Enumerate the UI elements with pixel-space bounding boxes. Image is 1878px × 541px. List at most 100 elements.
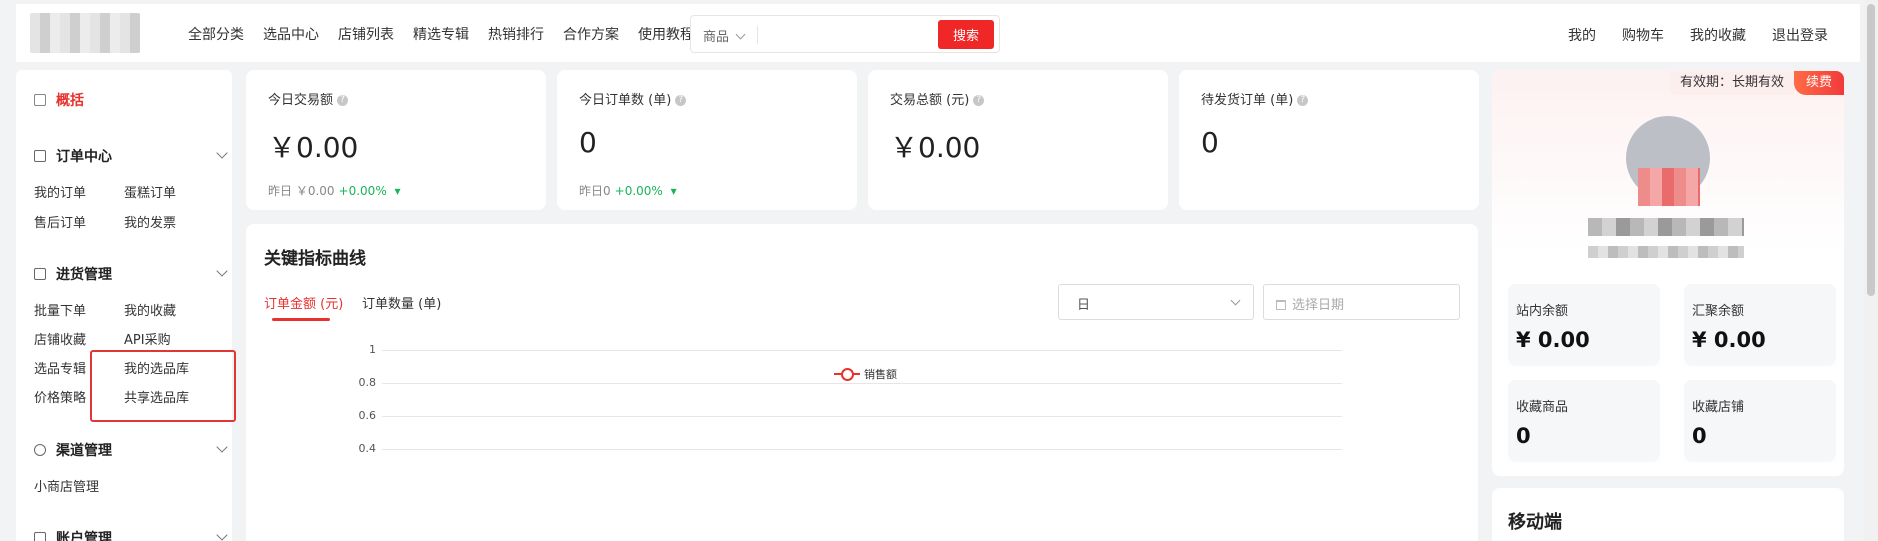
stat-label-wrap: 交易总额 (元)? [890, 89, 985, 108]
balance-label: 收藏店铺 [1692, 400, 1745, 415]
share-icon [34, 444, 46, 456]
period-value: 日 [1077, 298, 1091, 313]
nav-hot-ranking[interactable]: 热销排行 [488, 24, 544, 44]
key-metrics-panel: 关键指标曲线 订单金额 (元) 订单数量 (单) 日 选择日期 销售额 1 0.8… [246, 224, 1478, 541]
stat-label: 今日交易额 [268, 93, 334, 108]
sidebar-section-channel[interactable]: 渠道管理 [34, 440, 228, 460]
sidebar-section-purchase[interactable]: 进货管理 [34, 264, 228, 284]
sidebar-link-selection-album[interactable]: 选品专辑 [34, 358, 86, 377]
y-tick-label: 1 [369, 343, 376, 356]
sidebar-section-order-center[interactable]: 订单中心 [34, 146, 228, 166]
info-icon[interactable]: ? [1297, 95, 1309, 106]
chart-legend[interactable]: 销售额 [834, 366, 897, 382]
sidebar-link-after-sales[interactable]: 售后订单 [34, 212, 86, 231]
balance-value: 0 [1692, 424, 1707, 448]
gridline [382, 449, 1342, 450]
my-account-link[interactable]: 我的 [1568, 25, 1596, 45]
stat-label: 交易总额 (元) [890, 93, 970, 108]
favorite-stores[interactable]: 收藏店铺 0 [1684, 380, 1836, 462]
chart-title: 关键指标曲线 [264, 249, 366, 269]
info-icon[interactable]: ? [675, 95, 687, 106]
chevron-down-icon [216, 265, 228, 277]
stat-yesterday: 昨日 ￥0.00 [268, 184, 335, 198]
info-icon[interactable]: ? [973, 95, 985, 106]
stat-value: ￥0.00 [268, 131, 359, 164]
nav-featured-albums[interactable]: 精选专辑 [413, 24, 469, 44]
balance-site[interactable]: 站内余额 ¥ 0.00 [1508, 284, 1660, 366]
sidebar-link-bulk-order[interactable]: 批量下单 [34, 300, 86, 319]
main-nav: 全部分类 选品中心 店铺列表 精选专辑 热销排行 合作方案 使用教程 [188, 24, 713, 44]
validity-badge: 有效期：长期有效 续费 [1669, 70, 1844, 96]
chevron-down-icon [216, 147, 228, 159]
stat-label: 今日订单数 (单) [579, 93, 672, 108]
y-tick-label: 0.4 [358, 442, 377, 455]
cart-link[interactable]: 购物车 [1622, 25, 1664, 45]
sidebar-link-cake-orders[interactable]: 蛋糕订单 [124, 182, 176, 201]
sidebar-link-my-orders[interactable]: 我的订单 [34, 182, 86, 201]
top-header: 全部分类 选品中心 店铺列表 精选专辑 热销排行 合作方案 使用教程 商品 搜索… [16, 4, 1860, 62]
balance-value: ¥ 0.00 [1516, 328, 1590, 352]
sidebar-link-api-purchase[interactable]: API采购 [124, 329, 171, 348]
balance-label: 站内余额 [1516, 304, 1569, 319]
page-scrollbar[interactable] [1864, 0, 1878, 541]
stat-value: 0 [1201, 126, 1219, 159]
sidebar-link-price-strategy[interactable]: 价格策略 [34, 387, 86, 406]
purchase-icon [34, 268, 46, 280]
profile-card: 有效期：长期有效 续费 站内余额 ¥ 0.00 汇聚余额 ¥ 0.00 收藏商品… [1492, 70, 1844, 476]
chevron-down-icon [216, 441, 228, 453]
validity-text: 有效期：长期有效 [1669, 71, 1794, 95]
nav-selection-center[interactable]: 选品中心 [263, 24, 319, 44]
overview-icon [34, 94, 46, 106]
nav-store-list[interactable]: 店铺列表 [338, 24, 394, 44]
stat-label-wrap: 今日订单数 (单)? [579, 89, 687, 108]
stat-change: +0.00% [614, 184, 663, 198]
gridline [382, 350, 1342, 351]
nav-all-categories[interactable]: 全部分类 [188, 24, 244, 44]
search-button[interactable]: 搜索 [938, 20, 994, 49]
section-title: 账户管理 [56, 531, 112, 541]
search-category-select[interactable]: 商品 [703, 26, 744, 45]
search-box: 商品 搜索 [690, 15, 1000, 53]
active-tab-indicator [272, 318, 330, 321]
stat-label-wrap: 今日交易额? [268, 89, 349, 108]
info-icon[interactable]: ? [337, 95, 349, 106]
nav-cooperation[interactable]: 合作方案 [563, 24, 619, 44]
nav-tutorial[interactable]: 使用教程 [638, 24, 694, 44]
renew-button[interactable]: 续费 [1793, 71, 1844, 95]
balance-aggregate[interactable]: 汇聚余额 ¥ 0.00 [1684, 284, 1836, 366]
section-title: 订单中心 [56, 149, 112, 165]
sidebar-link-mini-store[interactable]: 小商店管理 [34, 476, 99, 495]
scrollbar-thumb[interactable] [1867, 4, 1875, 296]
highlight-box [90, 350, 236, 422]
section-title: 进货管理 [56, 267, 112, 283]
period-select[interactable]: 日 [1058, 284, 1254, 320]
sidebar-section-account[interactable]: 账户管理 [34, 528, 228, 541]
user-links: 我的 购物车 我的收藏 退出登录 [1542, 25, 1828, 45]
user-id-redacted [1588, 246, 1744, 258]
y-tick-label: 0.6 [358, 409, 377, 422]
stat-card-total-volume: 交易总额 (元)? ￥0.00 [868, 70, 1168, 210]
y-tick-label: 0.8 [358, 376, 377, 389]
tab-order-count[interactable]: 订单数量 (单) [362, 293, 441, 312]
sidebar-link-my-invoices[interactable]: 我的发票 [124, 212, 176, 231]
search-input[interactable] [765, 20, 915, 48]
trend-down-icon: ▾ [666, 184, 677, 198]
favorite-products[interactable]: 收藏商品 0 [1508, 380, 1660, 462]
site-logo[interactable] [30, 13, 140, 53]
date-picker[interactable]: 选择日期 [1263, 284, 1460, 320]
gridline [382, 416, 1342, 417]
search-divider [757, 26, 758, 44]
stat-yesterday: 昨日0 [579, 184, 611, 198]
logout-link[interactable]: 退出登录 [1772, 25, 1828, 45]
username-redacted [1588, 218, 1744, 236]
chevron-down-icon [216, 529, 228, 541]
sidebar-link-store-favorites[interactable]: 店铺收藏 [34, 329, 86, 348]
stat-card-today-volume: 今日交易额? ￥0.00 昨日 ￥0.00 +0.00% ▾ [246, 70, 546, 210]
sidebar-item-label: 概括 [56, 93, 84, 109]
sidebar-item-overview[interactable]: 概括 [34, 90, 84, 110]
my-favorites-link[interactable]: 我的收藏 [1690, 25, 1746, 45]
stat-compare: 昨日0 +0.00% ▾ [579, 182, 677, 199]
legend-series-label: 销售额 [864, 368, 897, 381]
tab-order-amount[interactable]: 订单金额 (元) [264, 293, 343, 312]
sidebar-link-my-favorites[interactable]: 我的收藏 [124, 300, 176, 319]
